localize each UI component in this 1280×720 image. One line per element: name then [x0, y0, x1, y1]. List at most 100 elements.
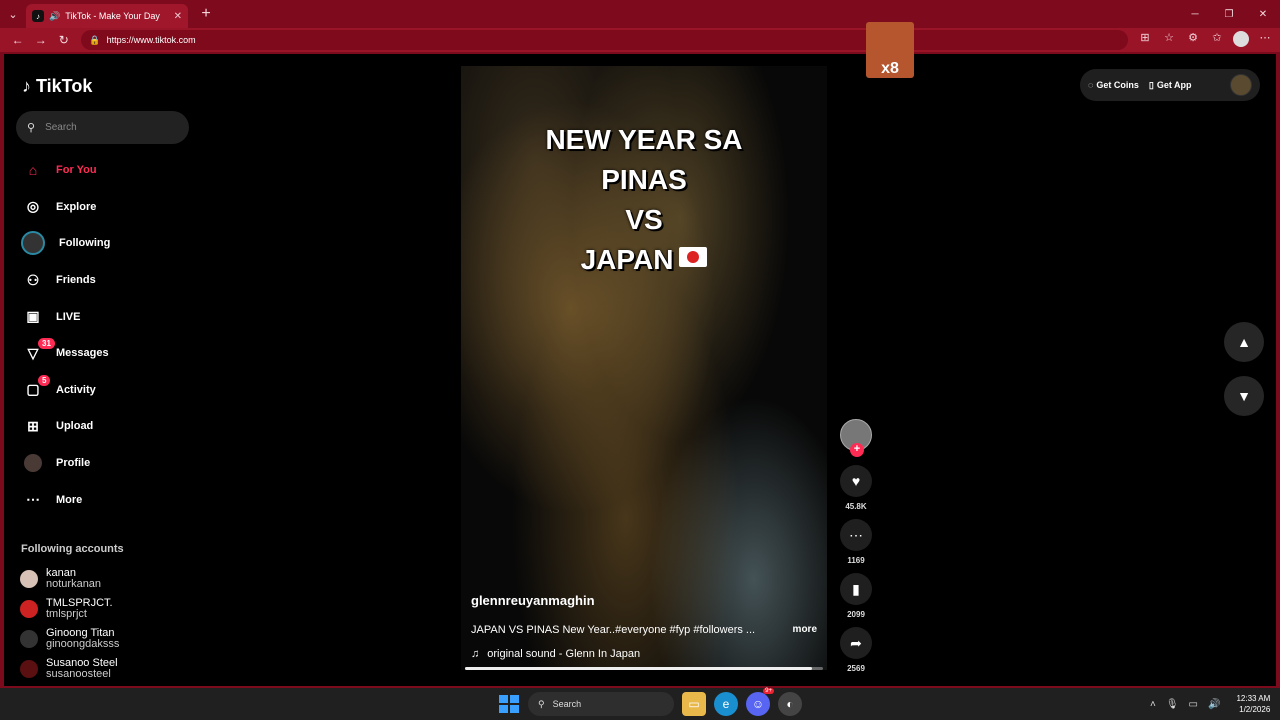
- nav-item-explore[interactable]: ◎ Explore: [16, 189, 191, 226]
- lock-icon[interactable]: 🔒: [89, 35, 100, 46]
- settings-more-icon[interactable]: ⋯: [1256, 31, 1274, 50]
- chevron-up-icon[interactable]: ˄: [1150, 699, 1156, 710]
- video-sound[interactable]: ♫ original sound - Glenn In Japan: [471, 648, 640, 660]
- previous-video-button[interactable]: ▲: [1224, 322, 1264, 362]
- edge-browser-icon[interactable]: e: [714, 692, 738, 716]
- favorite-star-icon[interactable]: ☆: [1160, 31, 1178, 50]
- logo-text: TikTok: [36, 76, 93, 96]
- video-username[interactable]: glennreuyanmaghin: [471, 593, 595, 608]
- nav-label: For You: [56, 164, 97, 177]
- back-button[interactable]: ←: [6, 29, 29, 51]
- top-right-actions: ◌ Get Coins ▯ Get App: [1080, 69, 1260, 101]
- nav-item-upload[interactable]: ⊞ Upload: [16, 408, 191, 445]
- save-action[interactable]: ▮ 2099: [840, 573, 872, 619]
- microphone-icon[interactable]: 🎙: [1166, 699, 1179, 710]
- tab-actions-menu[interactable]: ⌄: [0, 0, 26, 28]
- app-available-icon[interactable]: ⊞: [1136, 31, 1154, 50]
- browser-tab[interactable]: ♪ 🔊 TikTok - Make Your Day ✕: [26, 4, 188, 28]
- tiktok-logo[interactable]: ♪ TikTok: [22, 76, 92, 97]
- nav-item-more[interactable]: ⋯ More: [16, 481, 191, 518]
- tiktok-page: ♪ TikTok ⚲ Search ⌂ For You ◎ Explore Fo…: [4, 54, 1276, 686]
- like-action[interactable]: ♥ 45.8K: [840, 465, 872, 511]
- like-count: 45.8K: [845, 502, 867, 511]
- refresh-button[interactable]: ↻: [52, 29, 75, 51]
- url-text[interactable]: https://www.tiktok.com: [107, 35, 196, 45]
- address-bar[interactable]: 🔒 https://www.tiktok.com: [81, 30, 1129, 50]
- audio-playing-icon[interactable]: 🔊: [49, 11, 60, 22]
- side-navigation: ⌂ For You ◎ Explore Following ⚇ Friends …: [16, 152, 191, 518]
- video-progress-fill: [465, 667, 813, 670]
- following-account[interactable]: Ginoong Titan ginoongdaksss: [20, 624, 190, 654]
- search-icon: ⚲: [538, 698, 545, 709]
- following-account[interactable]: Susanoo Steel susanoosteel: [20, 654, 190, 684]
- account-avatar: [20, 630, 38, 648]
- nav-item-profile[interactable]: Profile: [16, 445, 191, 482]
- caption-more-button[interactable]: more: [793, 624, 817, 636]
- nav-item-live[interactable]: ▣ LIVE: [16, 298, 191, 335]
- following-account[interactable]: kanan noturkanan: [20, 564, 190, 594]
- nav-item-for-you[interactable]: ⌂ For You: [16, 152, 191, 189]
- following-accounts-title: Following accounts: [21, 543, 124, 555]
- discord-badge: 9+: [763, 688, 774, 694]
- nav-label: Friends: [56, 274, 96, 287]
- search-input[interactable]: Search: [45, 122, 77, 133]
- sticker-text: x8: [881, 60, 899, 77]
- extensions-icon[interactable]: ⚙: [1184, 31, 1202, 50]
- video-progress-bar[interactable]: [465, 667, 823, 670]
- nav-label: LIVE: [56, 310, 81, 323]
- taskbar-search[interactable]: ⚲ Search: [528, 692, 674, 716]
- save-count: 2099: [847, 610, 865, 619]
- heart-icon[interactable]: ♥: [840, 465, 872, 497]
- windows-taskbar: ⚲ Search ▭ e ☺ 9+ ◐ ˄ 🎙 ▭ 🔊 12:33 AM 1/2/…: [0, 688, 1280, 720]
- nav-item-activity[interactable]: ▢ 5 Activity: [16, 372, 191, 409]
- comment-icon[interactable]: ⋯: [840, 519, 872, 551]
- nav-label: Following: [59, 237, 111, 250]
- system-tray: ˄ 🎙 ▭ 🔊 12:33 AM 1/2/2026: [1150, 688, 1270, 720]
- chevron-down-icon: ▼: [1237, 388, 1251, 404]
- friends-icon: ⚇: [26, 271, 40, 288]
- clock-date: 1/2/2026: [1239, 705, 1271, 714]
- nav-item-friends[interactable]: ⚇ Friends: [16, 262, 191, 299]
- following-avatar: [21, 231, 45, 256]
- close-window-button[interactable]: ✕: [1246, 0, 1280, 28]
- new-tab-button[interactable]: +: [194, 2, 218, 26]
- follow-plus-icon[interactable]: +: [850, 443, 864, 457]
- nav-label: Messages: [56, 347, 109, 360]
- creator-avatar[interactable]: +: [840, 419, 872, 457]
- clock[interactable]: 12:33 AM 1/2/2026: [1236, 693, 1270, 715]
- discord-icon[interactable]: ☺ 9+: [746, 688, 774, 716]
- nav-item-messages[interactable]: ▽ 31 Messages: [16, 335, 191, 372]
- next-video-button[interactable]: ▼: [1224, 376, 1264, 416]
- display-icon[interactable]: ▭: [1189, 699, 1198, 710]
- taskbar-search-label: Search: [552, 699, 582, 709]
- account-names: kanan noturkanan: [46, 568, 101, 590]
- close-tab-icon[interactable]: ✕: [174, 11, 182, 22]
- minimize-button[interactable]: ─: [1178, 0, 1212, 28]
- nav-label: More: [56, 493, 83, 506]
- share-action[interactable]: ➦ 2569: [840, 627, 872, 673]
- comment-count: 1169: [847, 556, 865, 565]
- coin-icon: ◌: [1088, 80, 1094, 90]
- nav-label: Upload: [56, 420, 94, 433]
- tiktok-note-icon: ♪: [22, 76, 31, 96]
- bookmark-icon[interactable]: ▮: [840, 573, 872, 605]
- app-icon[interactable]: ◐: [778, 692, 802, 716]
- search-box[interactable]: ⚲ Search: [16, 111, 189, 144]
- following-account[interactable]: TMLSPRJCT. tmlsprjct: [20, 594, 190, 624]
- taskbar-apps: ⚲ Search ▭ e ☺ 9+ ◐: [496, 688, 802, 716]
- favorites-icon[interactable]: ✩: [1208, 31, 1226, 50]
- volume-icon[interactable]: 🔊: [1208, 699, 1220, 710]
- video-player[interactable]: NEW YEAR SA PINAS VS JAPAN glennreuyanma…: [461, 66, 827, 670]
- share-icon[interactable]: ➦: [840, 627, 872, 659]
- restore-button[interactable]: ❐: [1212, 0, 1246, 28]
- file-explorer-icon[interactable]: ▭: [682, 692, 706, 716]
- account-avatar: [20, 600, 38, 618]
- nav-item-following[interactable]: Following: [16, 225, 191, 262]
- get-coins-button[interactable]: ◌ Get Coins: [1088, 80, 1139, 90]
- get-app-button[interactable]: ▯ Get App: [1149, 80, 1192, 91]
- user-avatar[interactable]: [1230, 74, 1252, 96]
- forward-button[interactable]: →: [29, 29, 52, 51]
- profile-avatar-icon[interactable]: [1232, 30, 1250, 50]
- comment-action[interactable]: ⋯ 1169: [840, 519, 872, 565]
- windows-start-icon[interactable]: [496, 692, 520, 716]
